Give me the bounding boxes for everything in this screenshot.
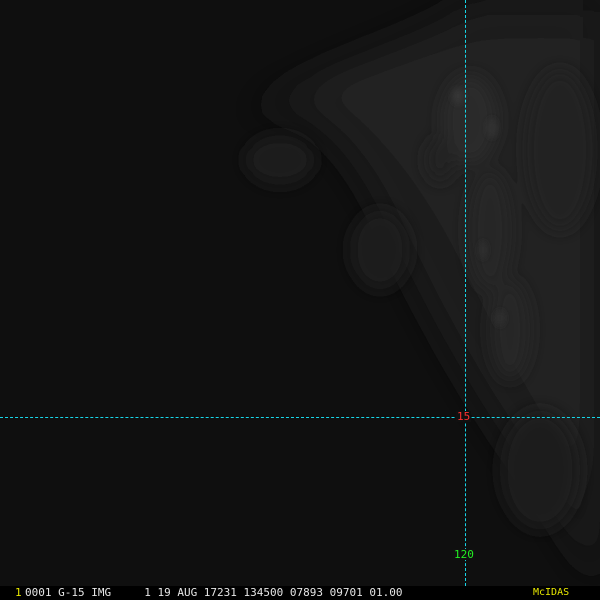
longitude-grid-line	[465, 0, 466, 586]
mcidas-brand-label: McIDAS	[533, 587, 570, 598]
image-info-bar: 1 0001 G-15 IMG 1 19 AUG 17231 134500 07…	[0, 586, 600, 600]
latitude-grid-line	[0, 417, 600, 418]
satellite-image-viewer[interactable]: 15 120 1 0001 G-15 IMG 1 19 AUG 17231 13…	[0, 0, 600, 600]
satellite-imagery	[0, 0, 600, 586]
latitude-label: 15	[456, 410, 472, 423]
frame-number: 1	[15, 586, 22, 599]
image-header-text: 0001 G-15 IMG 1 19 AUG 17231 134500 0789…	[25, 586, 403, 599]
longitude-label: 120	[453, 548, 475, 561]
